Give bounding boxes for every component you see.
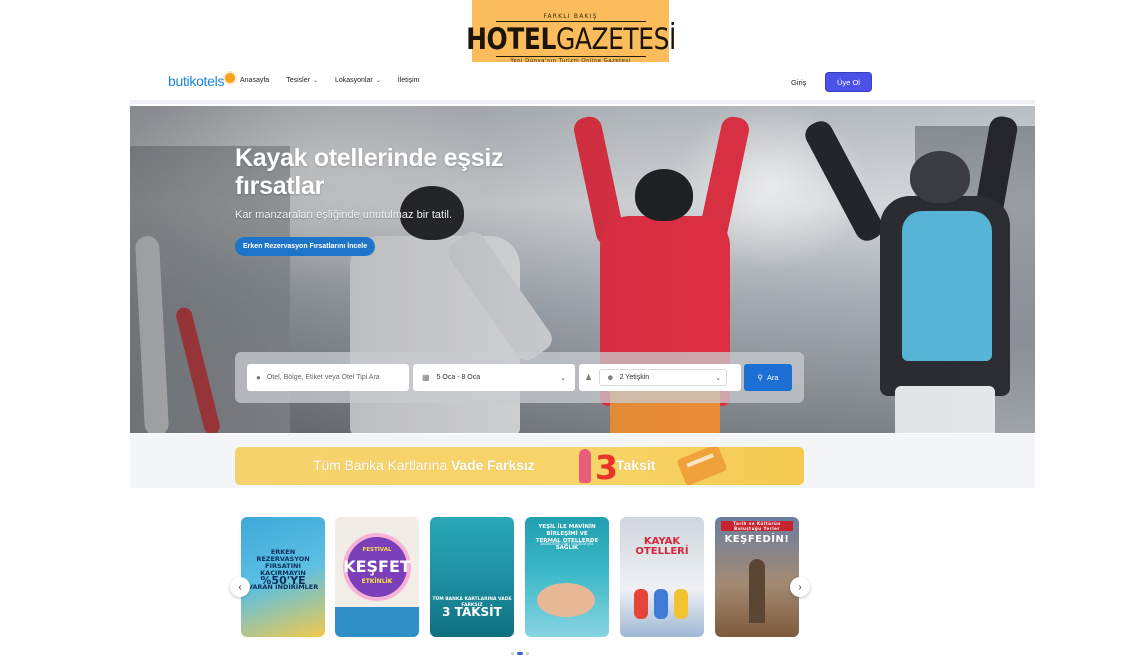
chevron-down-icon: ⌄	[375, 78, 381, 84]
card-text: KAYAK OTELLERİ	[620, 537, 704, 557]
card-text: ERKEN REZERVASYON FIRSATINI KAÇIRMAYIN %…	[241, 549, 325, 591]
card-line: YEŞİL İLE MAVİNİN BİRLEŞİMİ VE	[538, 524, 596, 537]
hero-subtitle: Kar manzaraları eşliğinde unutulmaz bir …	[235, 209, 453, 221]
promo-number: 3	[595, 448, 618, 485]
promo-figure	[579, 449, 591, 483]
campaign-card-taksit[interactable]: TÜM BANKA KARTLARINA VADE FARKSIZ 3 TAKS…	[430, 517, 514, 637]
nav-divider	[130, 100, 1035, 104]
guest-value: 2 Yetişkin	[619, 374, 650, 381]
promo-text-bold: Vade Farksız	[450, 457, 535, 473]
nav-link-label: Lokasyonlar	[334, 77, 373, 84]
calendar-icon: ▦	[422, 373, 430, 382]
masthead-rule-bottom	[495, 55, 646, 57]
location-search-input[interactable]: ● Otel, Bölge, Etiket veya Otel Tipi Ara	[247, 364, 409, 391]
promo-text-end: Taksit	[616, 457, 656, 473]
card-tag-text: Tarih ve Kültürün Buluştuğu Yerler	[721, 521, 793, 531]
card-photo	[537, 583, 595, 617]
carousel-pagination	[511, 652, 529, 655]
card-figure	[674, 589, 688, 619]
nav-link-iletisim[interactable]: İletişim	[398, 77, 420, 84]
card-photo	[749, 559, 765, 623]
nav-link-label: Tesisler	[286, 77, 310, 84]
promo-section: Tüm Banka Kartlarına Vade Farksız 3 Taks…	[130, 434, 1035, 488]
nav-links: Anasayfa Tesisler ⌄ Lokasyonlar ⌄ İletişim	[240, 77, 420, 84]
card-bottom-text: ETKİNLİK	[361, 578, 393, 585]
campaign-carousel: ERKEN REZERVASYON FIRSATINI KAÇIRMAYIN %…	[230, 514, 815, 644]
chevron-down-icon: ⌄	[715, 374, 722, 382]
nav-link-lokasyonlar[interactable]: Lokasyonlar ⌄	[335, 77, 381, 84]
card-big-text: KEŞFET	[343, 557, 411, 576]
nav-link-label: İletişim	[397, 77, 420, 84]
masthead-brand-bold: HOTEL	[465, 21, 556, 56]
chevron-down-icon: ⌄	[312, 78, 318, 84]
carousel-prev-button[interactable]: ‹	[230, 577, 250, 597]
guest-selector[interactable]: ♟ ☻ 2 Yetişkin ⌄	[579, 364, 741, 391]
top-navigation: butikotels Anasayfa Tesisler ⌄ Lokasyonla…	[130, 62, 1035, 104]
website-frame: butikotels Anasayfa Tesisler ⌄ Lokasyonla…	[130, 62, 1035, 660]
hero-banner: Kayak otellerinde eşsiz fırsatlar Kar ma…	[130, 106, 1035, 433]
campaign-card-kesfedin[interactable]: Tarih ve Kültürün Buluştuğu Yerler KEŞFE…	[715, 517, 799, 637]
masthead-brand: HOTELGAZETESİ	[466, 22, 676, 56]
nav-link-anasayfa[interactable]: Anasayfa	[240, 77, 269, 84]
search-icon: ⚲	[757, 373, 763, 382]
location-placeholder: Otel, Bölge, Etiket veya Otel Tipi Ara	[266, 374, 380, 381]
chevron-down-icon: ⌄	[560, 374, 566, 382]
card-big-text: KEŞFEDİN!	[724, 534, 790, 545]
card-text: YEŞİL İLE MAVİNİN BİRLEŞİMİ VE TERMAL OT…	[525, 524, 609, 552]
search-button[interactable]: ⚲ Ara	[744, 364, 792, 391]
users-icon: ♟	[585, 373, 593, 382]
date-range-value: 5 Oca - 8 Oca	[436, 374, 481, 381]
carousel-next-button[interactable]: ›	[790, 577, 810, 597]
screenshot-page: FARKLI BAKIŞ HOTELGAZETESİ Yeni Dünya'nı…	[0, 0, 1141, 660]
search-panel: ● Otel, Bölge, Etiket veya Otel Tipi Ara…	[235, 352, 804, 403]
sun-icon	[225, 73, 236, 83]
card-big-text: 3 TAKSİT	[442, 605, 502, 619]
card-figure	[654, 589, 668, 619]
installment-promo-banner[interactable]: Tüm Banka Kartlarına Vade Farksız 3 Taks…	[235, 447, 804, 485]
promo-text: Tüm Banka Kartlarına Vade Farksız	[313, 457, 535, 473]
credit-card-icon	[676, 447, 728, 485]
butikotels-logo[interactable]: butikotels	[168, 73, 236, 89]
signup-button[interactable]: Üye Ol	[825, 72, 872, 92]
card-small-text: VARAN İNDİRİMLER	[247, 583, 319, 591]
logo-text: butikotels	[168, 73, 225, 89]
nav-link-label: Anasayfa	[240, 77, 270, 84]
date-range-picker[interactable]: ▦ 5 Oca - 8 Oca ⌄	[413, 364, 575, 391]
card-top-text: FESTİVAL	[362, 547, 392, 553]
card-sub-text: butikotels.com fırsatlarıyla	[540, 541, 594, 546]
search-button-label: Ara	[766, 373, 779, 382]
card-background	[335, 607, 419, 637]
campaign-card-erken-rezervasyon[interactable]: ERKEN REZERVASYON FIRSATINI KAÇIRMAYIN %…	[241, 517, 325, 637]
card-big-line: OTELLERİ	[635, 546, 689, 557]
nav-link-tesisler[interactable]: Tesisler ⌄	[286, 77, 318, 84]
early-booking-button[interactable]: Erken Rezervasyon Fırsatlarını İncele	[235, 237, 376, 256]
chevron-right-icon: ›	[798, 581, 802, 593]
pagination-dot-active[interactable]	[517, 652, 523, 655]
chevron-left-icon: ‹	[238, 581, 242, 593]
hero-title: Kayak otellerinde eşsiz fırsatlar	[235, 144, 504, 200]
guest-select[interactable]: ☻ 2 Yetişkin ⌄	[599, 369, 728, 386]
campaign-card-termal[interactable]: YEŞİL İLE MAVİNİN BİRLEŞİMİ VE TERMAL OT…	[525, 517, 609, 637]
campaign-card-kayak-otelleri[interactable]: KAYAK OTELLERİ	[620, 517, 704, 637]
masthead-tagline-top: FARKLI BAKIŞ	[543, 12, 598, 20]
pagination-dot[interactable]	[511, 652, 514, 655]
login-link[interactable]: Giriş	[791, 78, 806, 87]
masthead-brand-light: GAZETESİ	[555, 21, 676, 56]
location-pin-icon: ●	[256, 373, 261, 382]
pagination-dot[interactable]	[526, 652, 529, 655]
card-figure	[634, 589, 648, 619]
user-icon: ☻	[606, 373, 615, 382]
promo-text-regular: Tüm Banka Kartlarına	[313, 457, 451, 473]
campaign-card-festival[interactable]: FESTİVAL KEŞFET ETKİNLİK	[335, 517, 419, 637]
